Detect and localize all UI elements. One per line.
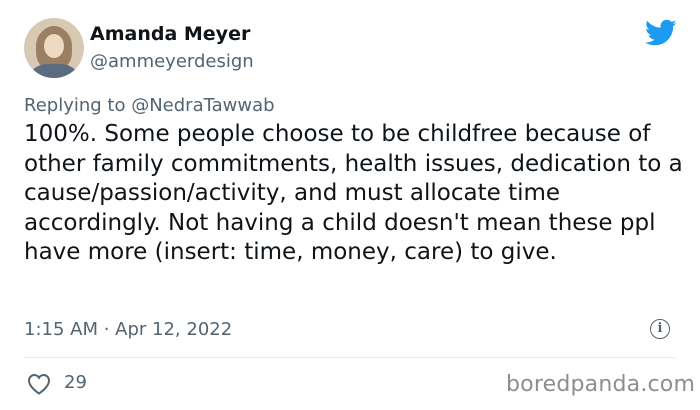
avatar-face xyxy=(44,34,64,58)
author-display-name[interactable]: Amanda Meyer xyxy=(90,23,250,45)
divider xyxy=(24,357,676,358)
author-handle[interactable]: @ammeyerdesign xyxy=(90,51,254,72)
avatar[interactable] xyxy=(24,18,84,78)
twitter-bird-icon[interactable] xyxy=(645,19,677,47)
avatar-body xyxy=(32,64,76,78)
info-icon[interactable]: i xyxy=(650,319,670,339)
tweet-timestamp[interactable]: 1:15 AM · Apr 12, 2022 xyxy=(24,319,232,340)
replying-to-prefix: Replying to xyxy=(24,95,132,116)
reply-mention-link[interactable]: @NedraTawwab xyxy=(131,95,274,116)
replying-to: Replying to @NedraTawwab xyxy=(24,95,275,116)
heart-icon[interactable] xyxy=(27,373,51,395)
tweet-text: 100%. Some people choose to be childfree… xyxy=(24,121,683,265)
watermark: boredpanda.com xyxy=(506,372,696,397)
like-count: 29 xyxy=(64,372,87,393)
